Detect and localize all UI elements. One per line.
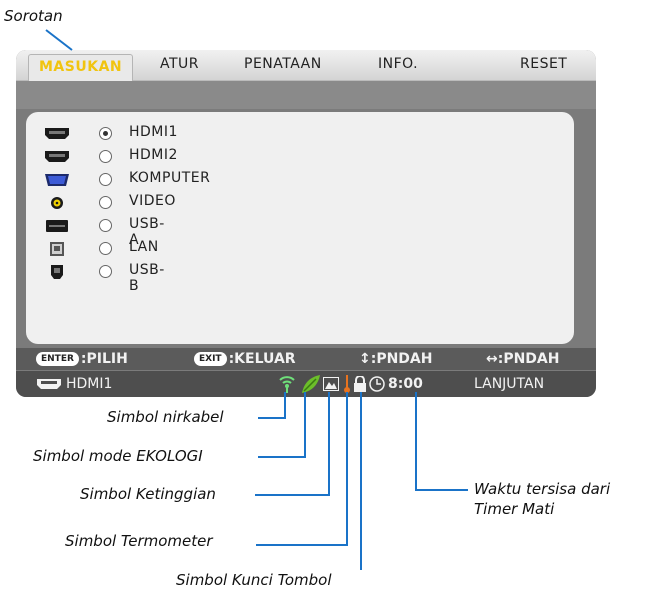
leader-line-wireless	[258, 392, 286, 419]
leader-line-thermometer	[256, 392, 348, 546]
leader-line-timer	[415, 392, 468, 491]
leader-line-sorotan	[45, 29, 73, 51]
callout-leader-lines	[45, 29, 468, 570]
leader-line-eco	[258, 392, 306, 458]
leader-line-altitude	[255, 392, 330, 496]
